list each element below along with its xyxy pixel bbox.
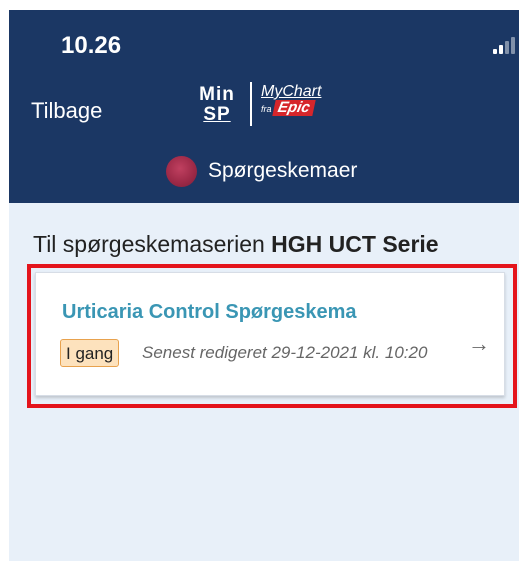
epic-logo: Epic xyxy=(271,99,315,116)
mychart-logo-name: MyChart xyxy=(261,83,322,100)
minsp-logo-line2: SP xyxy=(203,104,231,125)
questionnaire-title[interactable]: Urticaria Control Spørgeskema xyxy=(62,301,357,324)
arrow-right-icon[interactable]: → xyxy=(468,331,490,357)
last-edited-text: Senest redigeret 29-12-2021 kl. 10:20 xyxy=(142,343,428,362)
minsp-logo-line1: Min xyxy=(199,84,235,105)
questionnaire-card[interactable]: Urticaria Control Spørgeskema I gang Sen… xyxy=(35,272,505,396)
signal-icon xyxy=(493,36,515,54)
heading-series-name: HGH UCT Serie xyxy=(271,231,439,257)
back-button[interactable]: Tilbage xyxy=(31,98,102,124)
page-heading: Til spørgeskemaserien HGH UCT Serie xyxy=(33,231,439,258)
app-screen: 10.26 Tilbage Min SP MyChart fra Epic Sp… xyxy=(9,10,519,561)
app-header: 10.26 Tilbage Min SP MyChart fra Epic Sp… xyxy=(9,10,519,203)
section-title: Spørgeskemaer xyxy=(208,159,358,182)
status-badge: I gang xyxy=(60,339,120,367)
logo-divider xyxy=(250,82,252,126)
mychart-logo: MyChart fra Epic xyxy=(261,84,321,117)
heading-prefix: Til spørgeskemaserien xyxy=(33,231,272,257)
mychart-logo-fra: fra xyxy=(261,104,272,114)
avatar xyxy=(166,156,197,187)
status-time: 10.26 xyxy=(61,32,122,59)
minsp-logo: Min SP xyxy=(191,85,243,125)
